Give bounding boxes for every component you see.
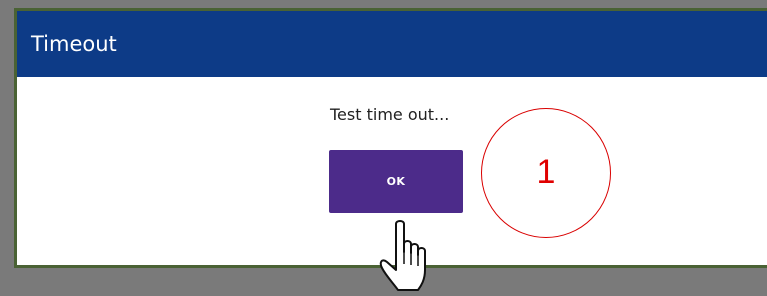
step-annotation-circle: 1 (481, 108, 611, 238)
dialog-message: Test time out... (330, 105, 450, 124)
dialog-title: Timeout (31, 32, 117, 56)
ok-button[interactable]: OK (329, 150, 463, 213)
hand-pointer-icon (379, 220, 426, 291)
step-number: 1 (536, 153, 556, 191)
dialog-header: Timeout (17, 11, 767, 77)
